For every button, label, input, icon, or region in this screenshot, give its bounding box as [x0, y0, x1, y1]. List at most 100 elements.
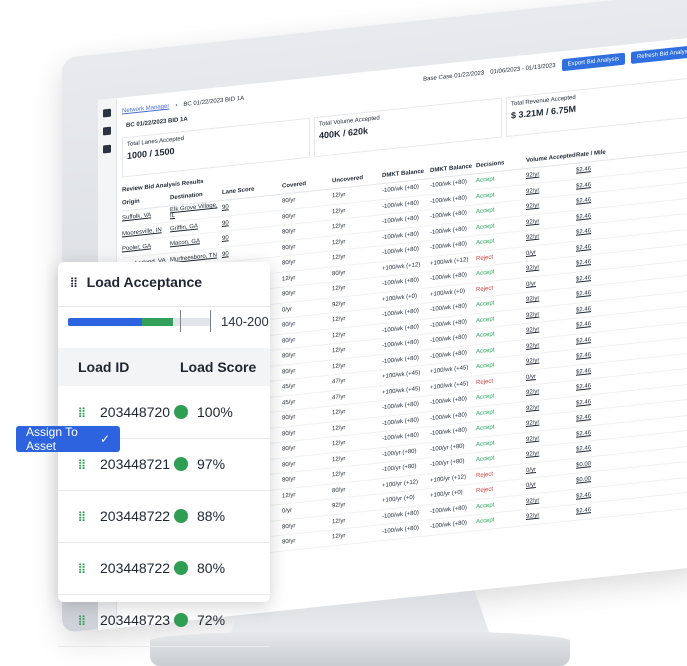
table-cell[interactable]: 0/yr — [526, 246, 576, 257]
table-cell[interactable]: 92/yr — [526, 385, 576, 396]
table-cell[interactable]: $0.00 — [576, 458, 616, 469]
home-icon[interactable] — [103, 108, 111, 118]
table-cell[interactable]: $2.46 — [576, 396, 616, 407]
table-cell[interactable]: 92/yr — [526, 292, 576, 303]
column-header[interactable]: Origin — [122, 195, 170, 207]
export-button[interactable]: Export Bid Analysis — [561, 52, 625, 72]
breadcrumb-root[interactable]: Network Manager — [122, 103, 169, 114]
table-cell[interactable]: 92/yr — [526, 354, 576, 365]
table-cell[interactable]: Accept — [476, 235, 526, 247]
table-cell[interactable]: 92/yr — [526, 168, 576, 179]
table-cell[interactable]: Accept — [476, 173, 526, 185]
table-cell[interactable]: 92/yr — [526, 339, 576, 349]
table-cell[interactable]: $2.46 — [576, 412, 616, 422]
table-cell[interactable]: Accept — [476, 266, 526, 278]
table-cell[interactable]: $2.46 — [576, 365, 616, 376]
load-row[interactable]: ⁞⁞ 203448722 80% — [58, 542, 270, 595]
table-cell[interactable]: 92/yr — [526, 401, 576, 411]
column-header[interactable]: Decisions — [476, 158, 526, 169]
drag-handle-icon[interactable]: ⁞⁞ — [78, 613, 100, 628]
table-cell[interactable]: Reject — [476, 282, 526, 293]
table-cell[interactable]: 92/yr — [526, 199, 576, 210]
document-icon[interactable] — [103, 144, 111, 154]
table-cell[interactable]: Accept — [476, 514, 526, 526]
table-cell[interactable]: $2.46 — [576, 303, 616, 314]
table-cell[interactable]: 0/yr — [526, 478, 576, 489]
table-cell[interactable]: 92/yr — [526, 230, 576, 241]
table-cell[interactable]: Accept — [476, 297, 526, 309]
table-cell[interactable]: $2.46 — [576, 241, 616, 252]
table-cell[interactable]: $2.46 — [576, 272, 616, 283]
table-cell[interactable]: Accept — [476, 452, 526, 464]
drag-handle-icon[interactable]: ⁞⁞ — [78, 561, 100, 576]
load-row[interactable]: ⁞⁞ 203448723 72% — [58, 594, 270, 647]
table-cell[interactable]: $2.46 — [576, 427, 616, 438]
table-cell[interactable]: Reject — [476, 468, 526, 479]
grid-icon[interactable] — [103, 126, 111, 136]
table-cell[interactable]: 92/yr — [526, 509, 576, 520]
table-cell[interactable]: $2.46 — [576, 210, 616, 221]
table-cell[interactable]: Accept — [476, 406, 526, 417]
table-cell[interactable]: $2.46 — [576, 334, 616, 345]
table-cell[interactable]: $2.46 — [576, 443, 616, 453]
column-header[interactable]: Covered — [282, 178, 332, 190]
table-cell[interactable]: Suffolk, VA — [122, 211, 170, 222]
table-cell[interactable]: Accept — [476, 499, 526, 510]
table-cell[interactable]: Accept — [476, 313, 526, 324]
table-cell[interactable]: 92/yr — [526, 261, 576, 272]
table-cell[interactable]: Accept — [476, 437, 526, 448]
drag-handle-icon[interactable]: ⁞⁞ — [78, 405, 100, 420]
table-cell[interactable]: Macon, GA — [170, 236, 222, 248]
table-cell[interactable]: Accept — [476, 204, 526, 216]
table-cell[interactable]: $2.46 — [576, 288, 616, 298]
table-cell[interactable]: 0/yr — [526, 370, 576, 381]
table-cell[interactable]: Pooler, GA — [122, 242, 170, 253]
table-cell[interactable]: Accept — [476, 344, 526, 355]
table-cell[interactable]: 92/yr — [526, 432, 576, 442]
table-cell[interactable]: $2.46 — [576, 257, 616, 267]
table-cell[interactable]: Reject — [476, 251, 526, 262]
column-header[interactable]: Lane Score — [222, 184, 282, 196]
table-cell[interactable]: Griffin, GA — [170, 221, 222, 232]
table-cell[interactable]: $2.46 — [576, 164, 616, 174]
column-header[interactable]: Rate / Mile — [576, 149, 616, 159]
drag-handle-icon[interactable]: ⁞⁞ — [78, 457, 100, 472]
drag-handle-icon[interactable]: ⁞⁞ — [78, 509, 100, 524]
date-range[interactable]: 01/06/2023 - 01/13/2023 — [490, 63, 555, 76]
table-cell[interactable]: $0.00 — [576, 474, 616, 484]
table-cell[interactable]: 0/yr — [526, 277, 576, 288]
table-cell[interactable]: Accept — [476, 390, 526, 402]
table-cell[interactable]: 92/yr — [526, 184, 576, 194]
table-cell[interactable]: 92/yr — [526, 323, 576, 334]
table-cell[interactable]: Accept — [476, 189, 526, 200]
table-cell[interactable]: 92/yr — [526, 416, 576, 427]
table-cell[interactable]: Accept — [476, 220, 526, 231]
table-cell[interactable]: $2.46 — [576, 226, 616, 236]
table-cell[interactable]: $2.46 — [576, 505, 616, 515]
load-row[interactable]: ⁞⁞ 203448722 88% — [58, 490, 270, 543]
column-header[interactable]: DMKT Balance — [382, 168, 430, 179]
table-cell[interactable]: $2.46 — [576, 350, 616, 360]
table-cell[interactable]: 92/yr — [526, 494, 576, 504]
table-cell[interactable]: $2.46 — [576, 489, 616, 500]
table-cell[interactable]: Reject — [476, 483, 526, 495]
table-cell[interactable]: $2.46 — [576, 179, 616, 190]
assign-to-asset-button[interactable]: Assign To Asset ✓ — [16, 425, 120, 453]
table-cell[interactable]: $2.46 — [576, 319, 616, 329]
table-cell[interactable]: Reject — [476, 375, 526, 386]
column-header[interactable]: Destination — [170, 190, 222, 201]
refresh-button[interactable]: Refresh Bid Analysis — [630, 44, 687, 64]
column-header[interactable]: Uncovered — [332, 173, 382, 184]
column-header[interactable]: Volume Accepted — [526, 153, 576, 164]
table-cell[interactable]: 92/yr — [526, 447, 576, 458]
table-cell[interactable]: Accept — [476, 421, 526, 433]
table-cell[interactable]: Mooresville, IN — [122, 226, 170, 237]
table-cell[interactable]: Accept — [476, 328, 526, 340]
table-cell[interactable]: 0/yr — [526, 463, 576, 474]
table-cell[interactable]: $2.46 — [576, 381, 616, 391]
table-cell[interactable]: $2.46 — [576, 195, 616, 205]
table-cell[interactable]: 92/yr — [526, 308, 576, 318]
column-header[interactable]: DMKT Balance — [430, 163, 476, 174]
table-cell[interactable]: 92/yr — [526, 215, 576, 225]
table-cell[interactable]: Accept — [476, 359, 526, 371]
